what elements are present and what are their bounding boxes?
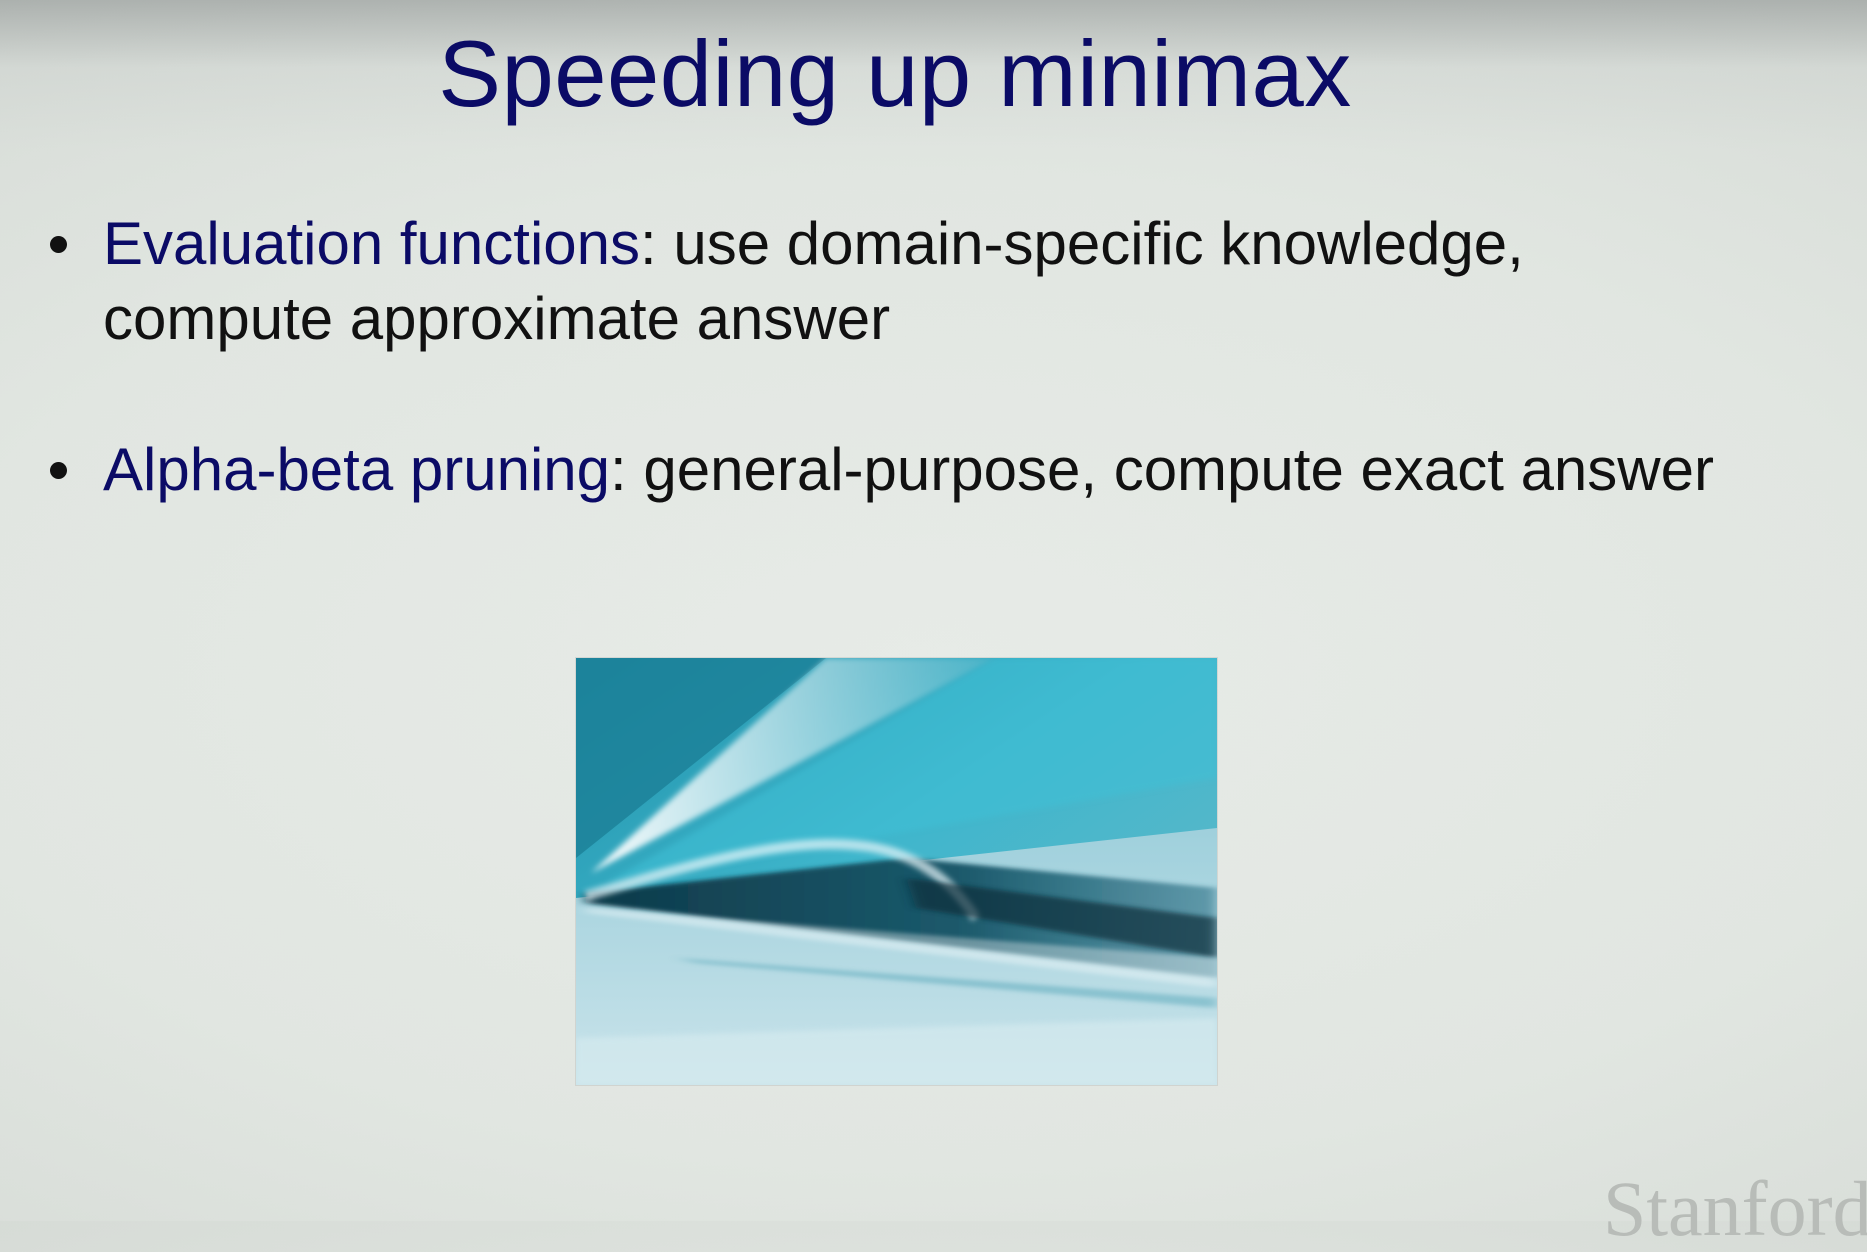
stanford-logo-text: Stanford — [1603, 1165, 1867, 1252]
bullet-text: Evaluation functions: use domain-specifi… — [103, 206, 1743, 356]
bullet-term: Alpha-beta pruning — [103, 436, 611, 503]
bullet-text: Alpha-beta pruning: general-purpose, com… — [103, 432, 1743, 507]
bullet-description: : general-purpose, compute exact answer — [610, 436, 1714, 503]
bullet-term: Evaluation functions — [103, 210, 641, 277]
bullet-dot-icon — [50, 236, 67, 253]
bullet-list: Evaluation functions: use domain-specifi… — [0, 0, 1867, 600]
bullet-dot-icon — [50, 462, 67, 479]
train-photo-icon — [575, 657, 1218, 1086]
